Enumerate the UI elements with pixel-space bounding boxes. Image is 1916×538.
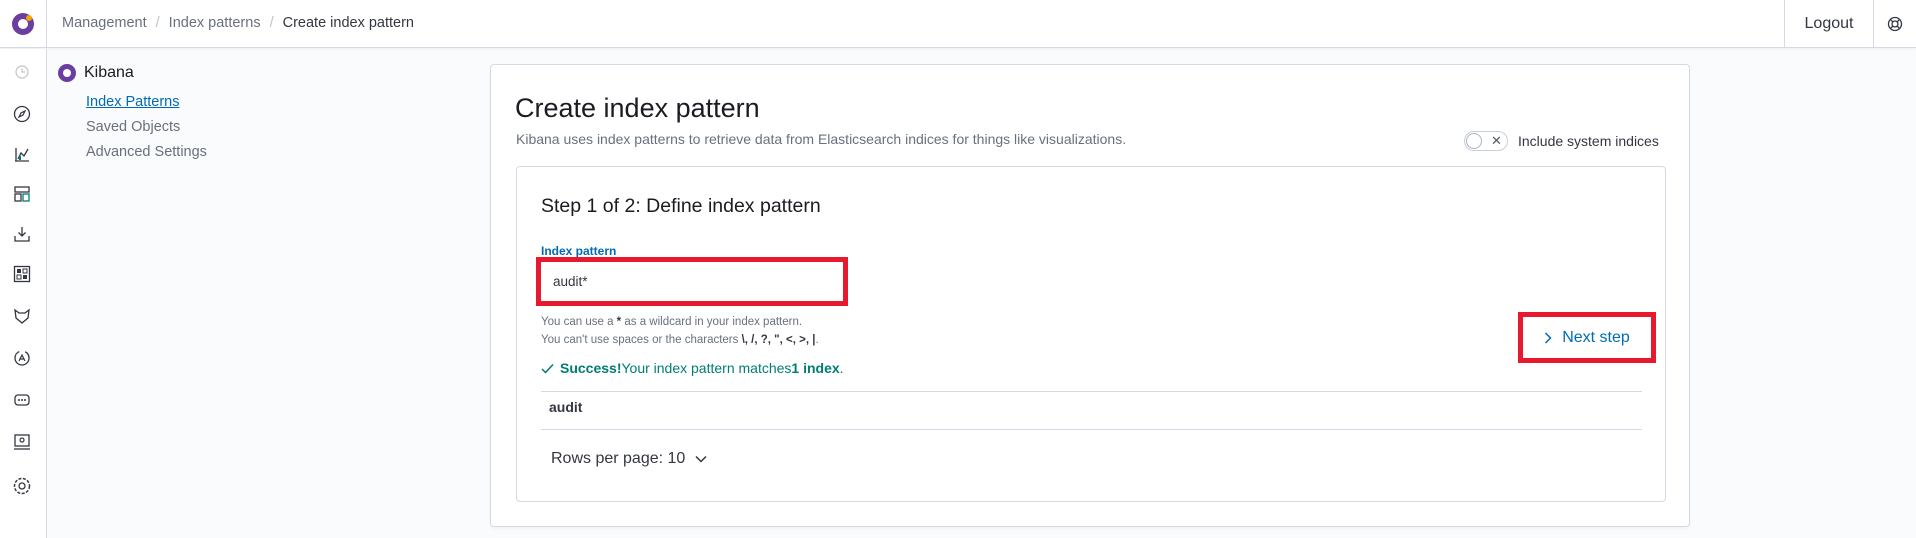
compass-icon[interactable] [11,103,33,125]
sidebar-item-saved-objects[interactable]: Saved Objects [86,115,207,140]
clock-icon[interactable] [11,61,33,83]
sidebar-item-advanced-settings[interactable]: Advanced Settings [86,140,207,165]
breadcrumb-management[interactable]: Management [62,15,147,31]
chevron-right-icon [1545,331,1552,344]
rows-per-page-selector[interactable]: Rows per page: 10 [551,450,707,468]
monitoring-icon[interactable] [11,431,33,453]
breadcrumb-current: Create index pattern [282,15,414,31]
help-button[interactable] [1874,0,1916,48]
kibana-logo-button[interactable] [0,0,47,48]
ml-icon[interactable] [11,305,33,327]
sidebar-title: Kibana [58,64,207,82]
check-icon [541,363,554,374]
settings-icon[interactable] [11,475,33,497]
next-step-button[interactable]: Next step [1526,320,1648,355]
rows-per-page-label: Rows per page: 10 [551,450,686,467]
include-system-indices-toggle[interactable]: ✕ [1464,131,1508,151]
include-system-indices-row: ✕ Include system indices [1464,131,1659,151]
sidebar-title-label: Kibana [84,64,134,81]
canvas-icon[interactable] [11,263,33,285]
close-icon: ✕ [1491,133,1502,148]
index-pattern-help-text: You can use a * as a wildcard in your in… [541,316,819,346]
help-icon [1887,16,1903,32]
include-system-indices-label: Include system indices [1518,133,1659,149]
next-step-highlight-box: Next step [1518,312,1656,363]
table-divider [541,391,1642,392]
toggle-knob [1466,133,1482,149]
top-bar: Management / Index patterns / Create ind… [0,0,1916,48]
side-nav [0,49,47,538]
breadcrumb-separator: / [155,15,160,31]
apm-icon[interactable] [11,347,33,369]
step-title: Step 1 of 2: Define index pattern [541,195,821,217]
success-message: Success! Your index pattern matches 1 in… [541,360,844,376]
breadcrumb: Management / Index patterns / Create ind… [62,15,414,31]
management-sidebar: Kibana Index Patterns Saved Objects Adva… [58,64,207,165]
next-step-label: Next step [1562,328,1630,346]
sidebar-item-index-patterns[interactable]: Index Patterns [86,90,207,115]
index-pattern-input[interactable]: audit* [548,269,836,294]
create-index-pattern-panel: Create index pattern Kibana uses index p… [490,64,1690,527]
download-icon[interactable] [11,223,33,245]
kibana-icon [58,64,76,82]
dev-tools-icon[interactable] [11,389,33,411]
visualize-icon[interactable] [11,143,33,165]
page-title: Create index pattern [515,93,760,123]
kibana-logo-icon [12,13,34,35]
dashboard-icon[interactable] [11,183,33,205]
input-highlight-box: audit* [536,257,848,306]
matching-index-row: audit [549,399,583,415]
breadcrumb-separator: / [269,15,274,31]
table-divider [541,429,1642,430]
chevron-down-icon [695,455,707,463]
index-pattern-label: Index pattern [541,244,617,258]
logout-button[interactable]: Logout [1784,0,1874,48]
define-index-pattern-step: Step 1 of 2: Define index pattern Index … [516,166,1666,502]
page-description: Kibana uses index patterns to retrieve d… [516,131,1127,147]
breadcrumb-index-patterns[interactable]: Index patterns [169,15,261,31]
